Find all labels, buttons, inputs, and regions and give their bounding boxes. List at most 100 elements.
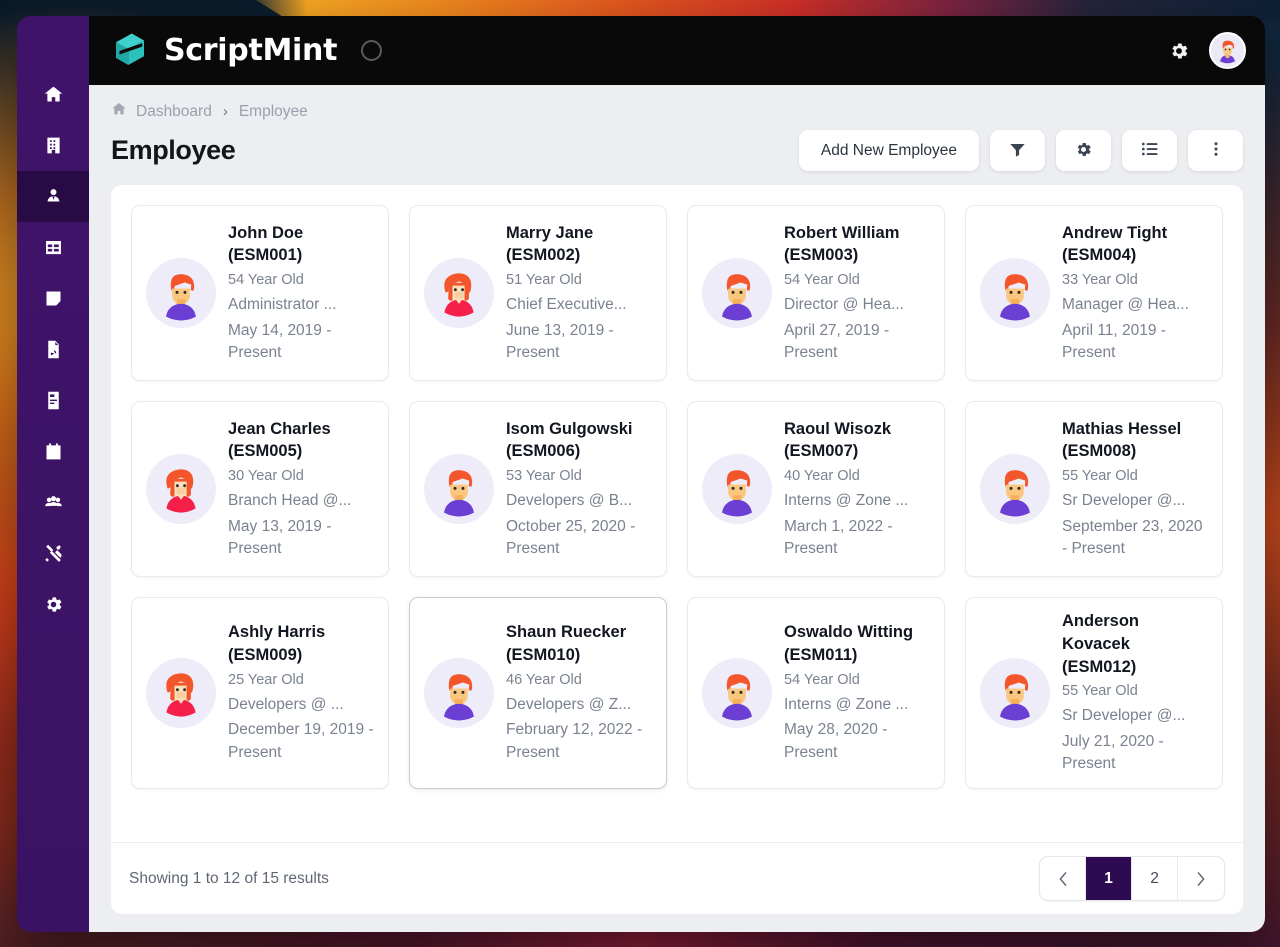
employee-period: May 28, 2020 - Present xyxy=(784,721,888,761)
employee-age: 55 Year Old xyxy=(1062,468,1138,485)
users-icon xyxy=(43,492,64,513)
sidebar-item-notes[interactable] xyxy=(17,273,89,324)
employee-card[interactable]: Isom Gulgowski (ESM006) 53 Year Old Develo… xyxy=(409,401,667,577)
employee-role: Sr Developer @... xyxy=(1062,707,1186,725)
sidebar-item-calendar[interactable] xyxy=(17,426,89,477)
sidebar-item-tools[interactable] xyxy=(17,528,89,579)
employee-info: Robert William (ESM003) 54 Year Old Direct… xyxy=(784,222,930,365)
employee-age: 25 Year Old xyxy=(228,671,304,688)
employee-avatar xyxy=(424,657,494,728)
employee-card[interactable]: Andrew Tight (ESM004) 33 Year Old Manager … xyxy=(965,205,1223,381)
employee-card[interactable]: Marry Jane (ESM002) 51 Year Old Chief Exec… xyxy=(409,205,667,381)
employee-card[interactable]: Shaun Ruecker (ESM010) 46 Year Old Develop… xyxy=(409,597,667,789)
employee-info: Anderson Kovacek (ESM012) 55 Year Old Sr D… xyxy=(1062,610,1208,776)
toolbar: Add New Employee xyxy=(798,130,1243,171)
sidebar-item-company[interactable] xyxy=(17,120,89,171)
gear-icon[interactable] xyxy=(1168,40,1190,62)
breadcrumb-item-employee[interactable]: Employee xyxy=(239,103,308,121)
employee-age: 40 Year Old xyxy=(784,468,860,485)
avatar[interactable] xyxy=(1209,32,1246,69)
employee-card[interactable]: Raoul Wisozk (ESM007) 40 Year Old Interns … xyxy=(687,401,945,577)
main-column: ScriptMint Dashboard › Employee Employee… xyxy=(89,16,1265,932)
filter-icon xyxy=(1008,140,1027,162)
employee-name: Andrew Tight (ESM004) xyxy=(1062,223,1168,265)
pagination-prev[interactable] xyxy=(1040,857,1086,900)
pagination-page-2[interactable]: 2 xyxy=(1132,857,1178,900)
employee-card[interactable]: Ashly Harris (ESM009) 25 Year Old Develope… xyxy=(131,597,389,789)
employee-age: 53 Year Old xyxy=(506,468,582,485)
sticky-note-icon xyxy=(43,288,64,309)
employee-role: Chief Executive... xyxy=(506,296,627,314)
employee-role: Developers @ Z... xyxy=(506,695,632,713)
scriptmint-logo-icon xyxy=(109,30,151,72)
page-title: Employee xyxy=(111,135,236,165)
add-new-employee-button[interactable]: Add New Employee xyxy=(798,130,979,171)
employee-age: 54 Year Old xyxy=(784,272,860,289)
employee-role: Developers @ ... xyxy=(228,695,344,713)
pagination: 1 2 xyxy=(1039,856,1225,901)
pagination-next[interactable] xyxy=(1178,857,1224,900)
employee-age: 46 Year Old xyxy=(506,671,582,688)
employee-avatar xyxy=(702,258,772,328)
pagination-page-1[interactable]: 1 xyxy=(1086,857,1132,900)
building-icon xyxy=(43,135,64,156)
sidebar-item-dashboard-grid[interactable] xyxy=(17,222,89,273)
employee-card[interactable]: John Doe (ESM001) 54 Year Old Administrato… xyxy=(131,205,389,381)
title-row: Employee Add New Employee xyxy=(89,122,1265,171)
sidebar-item-home[interactable] xyxy=(17,69,89,120)
employee-name: Ashly Harris (ESM009) xyxy=(228,623,326,665)
more-options-button[interactable] xyxy=(1188,130,1243,171)
employee-avatar xyxy=(146,657,216,728)
employee-avatar xyxy=(980,657,1050,728)
employee-name: Mathias Hessel (ESM008) xyxy=(1062,419,1182,461)
employee-name: Shaun Ruecker (ESM010) xyxy=(506,623,627,665)
employee-period: April 27, 2019 - Present xyxy=(784,321,890,361)
spinner-circle-icon xyxy=(361,40,383,61)
list-view-button[interactable] xyxy=(1122,130,1177,171)
employee-card[interactable]: Robert William (ESM003) 54 Year Old Direct… xyxy=(687,205,945,381)
employee-info: Shaun Ruecker (ESM010) 46 Year Old Develop… xyxy=(506,621,652,764)
employee-name: Anderson Kovacek (ESM012) xyxy=(1062,612,1140,676)
employee-period: May 13, 2019 - Present xyxy=(228,517,332,557)
calendar-icon xyxy=(43,441,64,462)
sidebar-item-documents[interactable] xyxy=(17,375,89,426)
employee-avatar xyxy=(702,657,772,728)
employee-avatar xyxy=(146,454,216,524)
sidebar-item-teams[interactable] xyxy=(17,477,89,528)
breadcrumb-item-dashboard[interactable]: Dashboard xyxy=(136,103,212,121)
employee-period: December 19, 2019 - Present xyxy=(228,721,374,761)
employee-period: February 12, 2022 - Present xyxy=(506,721,643,761)
employee-card-grid: John Doe (ESM001) 54 Year Old Administrato… xyxy=(111,185,1243,805)
sidebar xyxy=(17,16,89,932)
pagination-footer: Showing 1 to 12 of 15 results 1 2 xyxy=(111,842,1243,914)
employee-avatar xyxy=(980,258,1050,328)
employee-age: 55 Year Old xyxy=(1062,683,1138,700)
employee-avatar xyxy=(702,454,772,524)
brand-name: ScriptMint xyxy=(164,33,338,68)
employee-period: September 23, 2020 - Present xyxy=(1062,517,1203,557)
home-icon[interactable] xyxy=(111,101,127,122)
employee-card[interactable]: Jean Charles (ESM005) 30 Year Old Branch H… xyxy=(131,401,389,577)
employee-role: Director @ Hea... xyxy=(784,296,904,314)
employee-card[interactable]: Mathias Hessel (ESM008) 55 Year Old Sr Dev… xyxy=(965,401,1223,577)
employee-card[interactable]: Oswaldo Witting (ESM011) 54 Year Old Inter… xyxy=(687,597,945,789)
employee-card[interactable]: Anderson Kovacek (ESM012) 55 Year Old Sr D… xyxy=(965,597,1223,789)
sidebar-item-settings[interactable] xyxy=(17,579,89,630)
employee-age: 33 Year Old xyxy=(1062,272,1138,289)
sidebar-item-reports[interactable] xyxy=(17,324,89,375)
employee-name: Isom Gulgowski (ESM006) xyxy=(506,419,633,461)
employee-name: Marry Jane (ESM002) xyxy=(506,223,594,265)
list-view-icon xyxy=(1140,139,1160,162)
employee-age: 30 Year Old xyxy=(228,468,304,485)
employee-role: Manager @ Hea... xyxy=(1062,296,1189,314)
gear-icon xyxy=(1074,140,1093,162)
logo-area[interactable]: ScriptMint xyxy=(109,30,337,72)
employee-info: Marry Jane (ESM002) 51 Year Old Chief Exec… xyxy=(506,222,652,365)
employee-period: October 25, 2020 - Present xyxy=(506,517,636,557)
filter-button[interactable] xyxy=(990,130,1045,171)
file-invoice-icon xyxy=(43,390,64,411)
tools-icon xyxy=(43,543,64,564)
column-settings-button[interactable] xyxy=(1056,130,1111,171)
sidebar-item-employee[interactable] xyxy=(17,171,89,222)
app-header: ScriptMint xyxy=(89,16,1265,85)
